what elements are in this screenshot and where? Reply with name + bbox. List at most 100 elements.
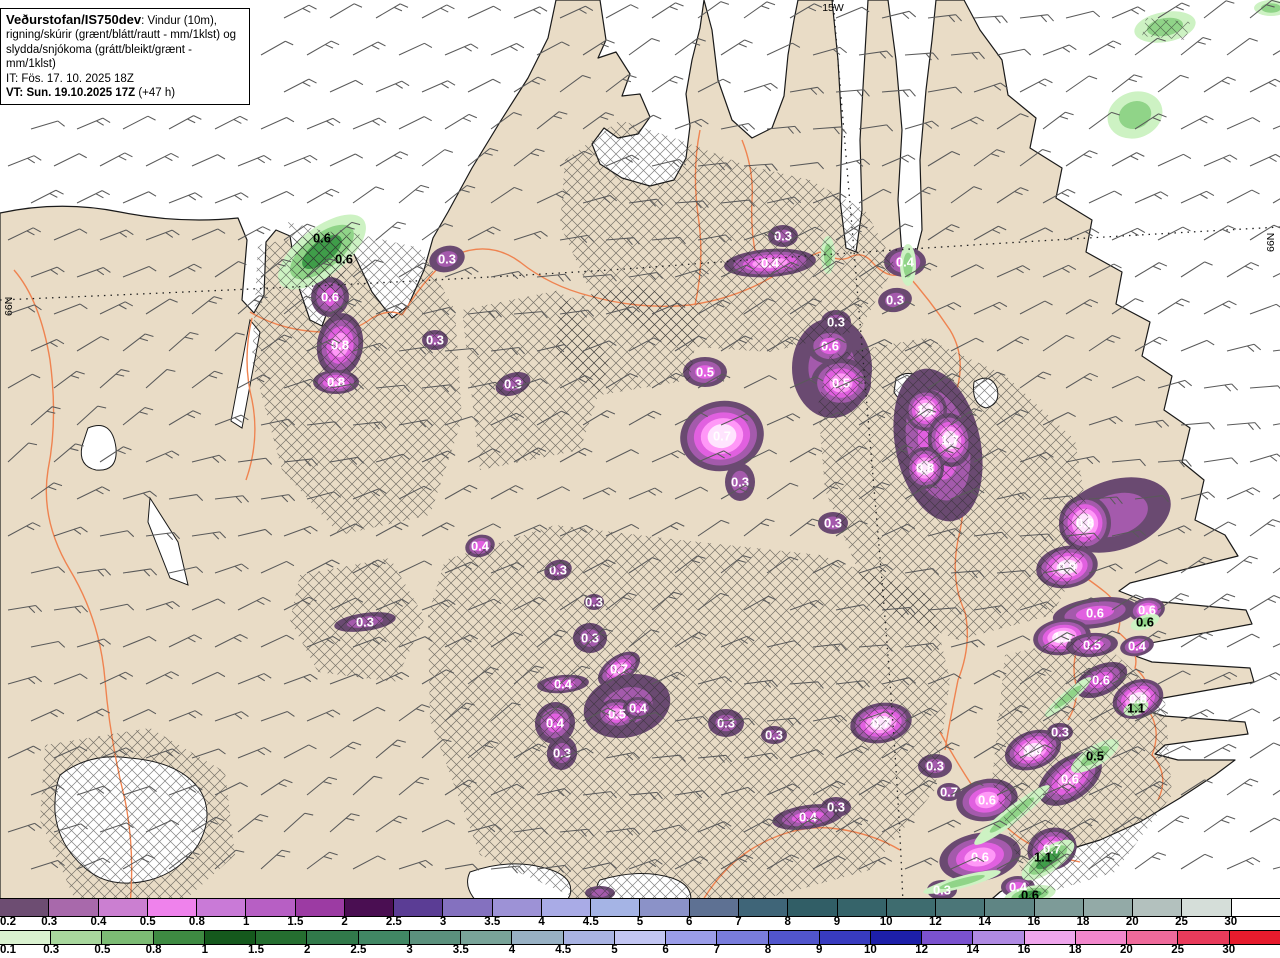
colorbar-segment <box>204 931 257 944</box>
legend-valid-time: VT: Sun. 19.10.2025 17Z (+47 h) <box>6 86 176 99</box>
precip-cell-label: 0.6 <box>321 290 339 305</box>
colorbar-segment <box>870 931 923 944</box>
colorbar-rain <box>0 930 1280 945</box>
colorbar-tick-label: 18 <box>1068 944 1082 956</box>
colorbar-segment <box>1229 931 1280 944</box>
colorbar-tick-label: 0.8 <box>188 916 205 928</box>
precip-cell-label: 0.7 <box>713 429 731 444</box>
precip-cell-label: 0.5 <box>608 707 626 722</box>
colorbar-segment <box>689 899 739 916</box>
colorbar-tick-label: 8 <box>764 944 772 956</box>
colorbar-tick-label: 30 <box>1222 944 1236 956</box>
legend-title: Veðurstofan/IS750dev: Vindur (10m), <box>6 12 217 27</box>
colorbar-segment <box>102 931 154 944</box>
colorbar-segment <box>256 931 308 944</box>
legend-box: Veðurstofan/IS750dev: Vindur (10m), rign… <box>0 8 250 106</box>
colorbar-tick-label: 4 <box>538 916 545 928</box>
colorbar-segment <box>1178 931 1230 944</box>
colorbar-tick-label: 14 <box>966 944 980 956</box>
precip-cell-label: 0.3 <box>827 315 845 330</box>
colorbar-segment <box>197 899 247 916</box>
colorbar-segment <box>837 899 887 916</box>
colorbar-tick-label: 0.4 <box>90 916 107 928</box>
colorbar-segment <box>819 931 871 944</box>
precip-cell-label: 0.3 <box>926 759 944 774</box>
colorbar-segment <box>1231 899 1280 916</box>
precip-cell-label: 0.3 <box>933 883 951 898</box>
colorbar-segment <box>153 931 205 944</box>
precip-cell-label: 0.3 <box>886 293 904 308</box>
colorbar-tick-label: 12 <box>928 916 942 928</box>
colorbar-segment <box>461 931 513 944</box>
colorbar-tick-label: 2 <box>303 944 311 956</box>
colorbar-segment <box>1075 931 1128 944</box>
precip-cell-label: 0.7 <box>940 785 958 800</box>
precip-cell-label: 0.6 <box>1136 615 1154 630</box>
weather-map: 0.3 0.6 0.8 0.8 0.3 0.3 0.5 0.7 0.3 0.3 0.6 0.5 0.3 0… <box>0 0 1280 958</box>
colorbar-segment <box>614 931 667 944</box>
colorbar-segment <box>358 931 410 944</box>
colorbar-segment <box>666 931 718 944</box>
colorbar-segment <box>0 899 50 916</box>
colorbar-segment <box>512 931 564 944</box>
precip-cell-label: 0.4 <box>629 701 648 716</box>
colorbar-tick-label: 1.5 <box>248 944 264 956</box>
precip-cell-label: 1.1 <box>1034 850 1052 865</box>
colorbar-segment <box>640 899 690 916</box>
colorbar-segment <box>717 931 769 944</box>
colorbar-segment <box>936 899 986 916</box>
precip-cell-label: 0.3 <box>717 716 735 731</box>
precip-cell-label: 0.4 <box>761 256 780 271</box>
precip-cell-label: 0.8 <box>916 461 934 476</box>
colorbar-segment <box>541 899 592 916</box>
precip-cell-label: 0.3 <box>438 252 456 267</box>
colorbar-tick-label: 25 <box>1171 944 1184 956</box>
precip-cell-label: 0.6 <box>1092 673 1110 688</box>
colorbar-segment <box>409 931 462 944</box>
precip-cell-label: 0.6 <box>978 793 996 808</box>
precip-cell-label: 0.5 <box>696 365 714 380</box>
precip-cell-label: 0.7 <box>872 716 890 731</box>
precip-cell-label: 0.3 <box>549 563 567 578</box>
colorbar-panel: 0.2 0.3 0.4 0.5 0.8 1 1.5 2 2.5 3 3.5 4 4.5 5 6 7 8 9 10 12… <box>0 898 1280 958</box>
colorbar-segment <box>295 899 345 916</box>
precip-cell-label: 1.7 <box>941 433 959 448</box>
precip-cell-label: 0.3 <box>356 615 374 630</box>
precip-cell-label: 0.3 <box>731 475 749 490</box>
colorbar-tick-label: 7 <box>713 944 720 956</box>
colorbar-segment <box>49 899 99 916</box>
colorbar-sleet-labels: 0.2 0.3 0.4 0.5 0.8 1 1.5 2 2.5 3 3.5 4 4.5 5 6 7 8 9 10 12… <box>0 916 1280 930</box>
colorbar-segment <box>768 931 820 944</box>
colorbar-sleet <box>0 898 1280 917</box>
colorbar-segment <box>1133 899 1183 916</box>
colorbar-tick-label: 10 <box>863 944 877 956</box>
colorbar-rain-labels: 0.1 0.3 0.5 0.8 1 1.5 2 2.5 3 3.5 4 4.5 5 6 7 8 9 10 12 14 1… <box>0 944 1280 958</box>
meridian-label: 15W <box>822 2 844 14</box>
colorbar-tick-label: 0.3 <box>41 916 58 928</box>
precip-cell-label: 0.3 <box>553 746 571 761</box>
colorbar-segment <box>985 899 1035 916</box>
colorbar-tick-label: 16 <box>1017 944 1031 956</box>
colorbar-tick-label: 3.5 <box>484 916 501 928</box>
precip-cell-label: 0.6 <box>971 850 989 865</box>
colorbar-segment <box>788 899 838 916</box>
colorbar-tick-label: 2.5 <box>385 916 402 928</box>
colorbar-tick-label: 0.5 <box>139 916 156 928</box>
precip-cell-label: 0.3 <box>824 516 842 531</box>
colorbar-segment <box>98 899 148 916</box>
legend-init-time: IT: Fös. 17. 10. 2025 18Z <box>6 72 134 85</box>
colorbar-segment <box>246 899 296 916</box>
colorbar-tick-label: 0.8 <box>145 944 162 956</box>
colorbar-segment <box>307 931 359 944</box>
colorbar-segment <box>886 899 937 916</box>
colorbar-tick-label: 0.2 <box>0 916 16 928</box>
colorbar-tick-label: 6 <box>686 916 693 928</box>
precip-cell-label: 0.3 <box>827 800 845 815</box>
precip-cell-label: 0.6 <box>335 252 353 267</box>
precip-cell-label: 0.3 <box>581 631 599 646</box>
precip-cell-label: 0.8 <box>1076 516 1094 531</box>
colorbar-segment <box>1034 899 1084 916</box>
colorbar-segment <box>492 899 542 916</box>
colorbar-tick-label: 4 <box>508 944 516 956</box>
colorbar-tick-label: 14 <box>978 916 992 928</box>
